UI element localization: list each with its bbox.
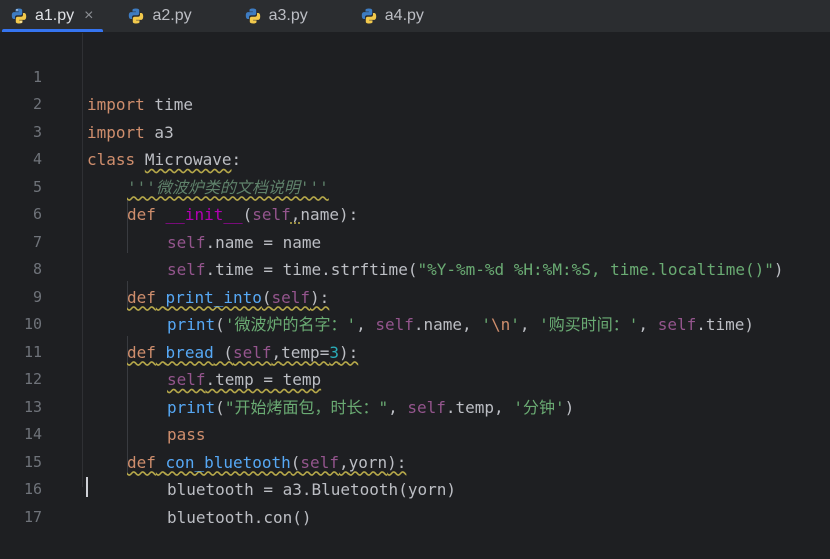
- python-icon: [10, 7, 28, 25]
- text-caret: [86, 477, 88, 497]
- code-line: 1 import time: [0, 36, 830, 64]
- editor-tab-bar: a1.py × a2.py a3.py a4.py: [0, 0, 830, 33]
- tab-a4[interactable]: a4.py: [350, 0, 436, 32]
- code-line: 17: [0, 476, 830, 504]
- tab-a1[interactable]: a1.py ×: [0, 0, 105, 32]
- tab-a4-label: a4.py: [385, 7, 424, 25]
- code-line: 9 print('微波炉的名字：', self.name, '\n', '购买时…: [0, 256, 830, 284]
- code-line: 4 '''微波炉类的文档说明''': [0, 119, 830, 147]
- code-editor[interactable]: 1 import time 2 import a3 3 class Microw…: [0, 33, 830, 487]
- tab-a3[interactable]: a3.py: [234, 0, 320, 32]
- code-line: 13 pass: [0, 366, 830, 394]
- code-line: 14 def con_bluetooth(self,yorn):: [0, 394, 830, 422]
- code-line: 10 def bread (self,temp=3):: [0, 284, 830, 312]
- python-icon: [244, 7, 262, 25]
- code-line: 15 bluetooth = a3.Bluetooth(yorn): [0, 421, 830, 449]
- code-line: 5 def __init__(self,name):: [0, 146, 830, 174]
- tab-a2-label: a2.py: [152, 7, 191, 25]
- code-line: 2 import a3: [0, 64, 830, 92]
- code-line: 11 self.temp = temp: [0, 311, 830, 339]
- python-icon: [127, 7, 145, 25]
- code-line: 3 class Microwave:: [0, 91, 830, 119]
- close-icon[interactable]: ×: [84, 7, 93, 25]
- tab-a3-label: a3.py: [269, 7, 308, 25]
- code-line: 6 self.name = name: [0, 174, 830, 202]
- python-icon: [360, 7, 378, 25]
- code-line: 7 self.time = time.strftime("%Y-%m-%d %H…: [0, 201, 830, 229]
- tab-a1-label: a1.py: [35, 7, 74, 25]
- code-line: 8 def print_into(self):: [0, 229, 830, 257]
- tab-a2[interactable]: a2.py: [117, 0, 203, 32]
- line-number: 17: [0, 504, 42, 532]
- code-line: 12 print("开始烤面包，时长：", self.temp, '分钟'): [0, 339, 830, 367]
- code-line: 16 bluetooth.con(): [0, 449, 830, 477]
